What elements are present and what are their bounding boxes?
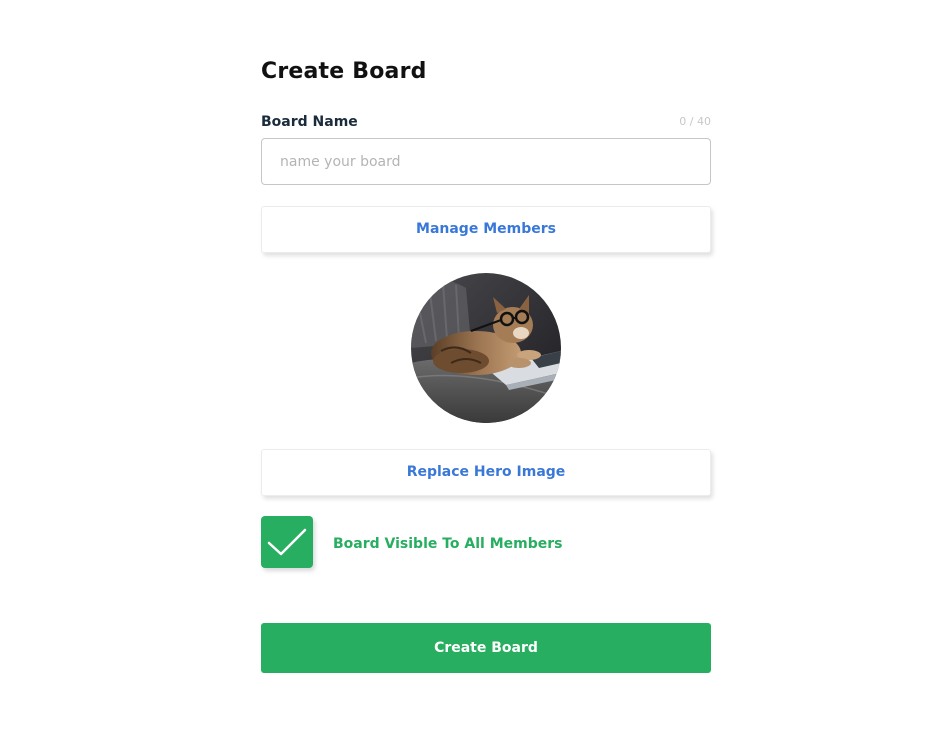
board-name-input[interactable] [261, 138, 711, 185]
visibility-toggle-row: Board Visible To All Members [261, 516, 711, 568]
visibility-checkbox[interactable] [261, 516, 313, 568]
manage-members-button[interactable]: Manage Members [261, 206, 711, 253]
board-name-label: Board Name [261, 114, 358, 130]
visibility-label[interactable]: Board Visible To All Members [333, 535, 563, 553]
replace-hero-image-button[interactable]: Replace Hero Image [261, 449, 711, 496]
char-counter: 0 / 40 [679, 115, 711, 128]
checkmark-icon [267, 528, 307, 556]
create-board-button[interactable]: Create Board [261, 623, 711, 673]
cat-photo-image [411, 273, 561, 423]
hero-image [411, 273, 561, 423]
page-title: Create Board [261, 59, 427, 84]
